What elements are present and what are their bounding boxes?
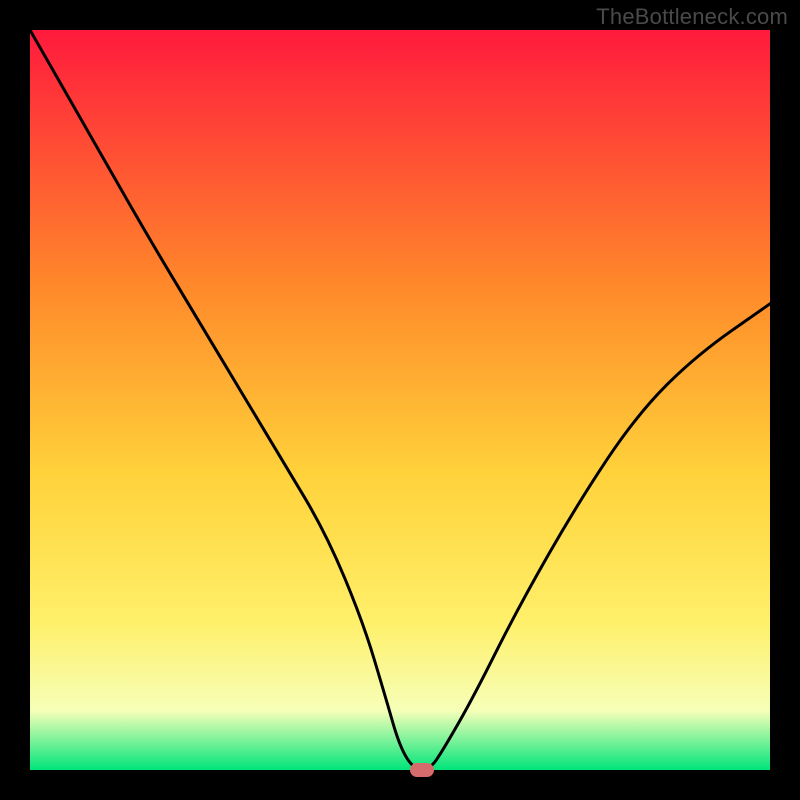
chart-svg [30, 30, 770, 770]
optimum-marker [410, 763, 434, 777]
app-frame: TheBottleneck.com [0, 0, 800, 800]
watermark-text: TheBottleneck.com [596, 4, 788, 30]
chart-background [30, 30, 770, 770]
chart-plot-area [30, 30, 770, 770]
